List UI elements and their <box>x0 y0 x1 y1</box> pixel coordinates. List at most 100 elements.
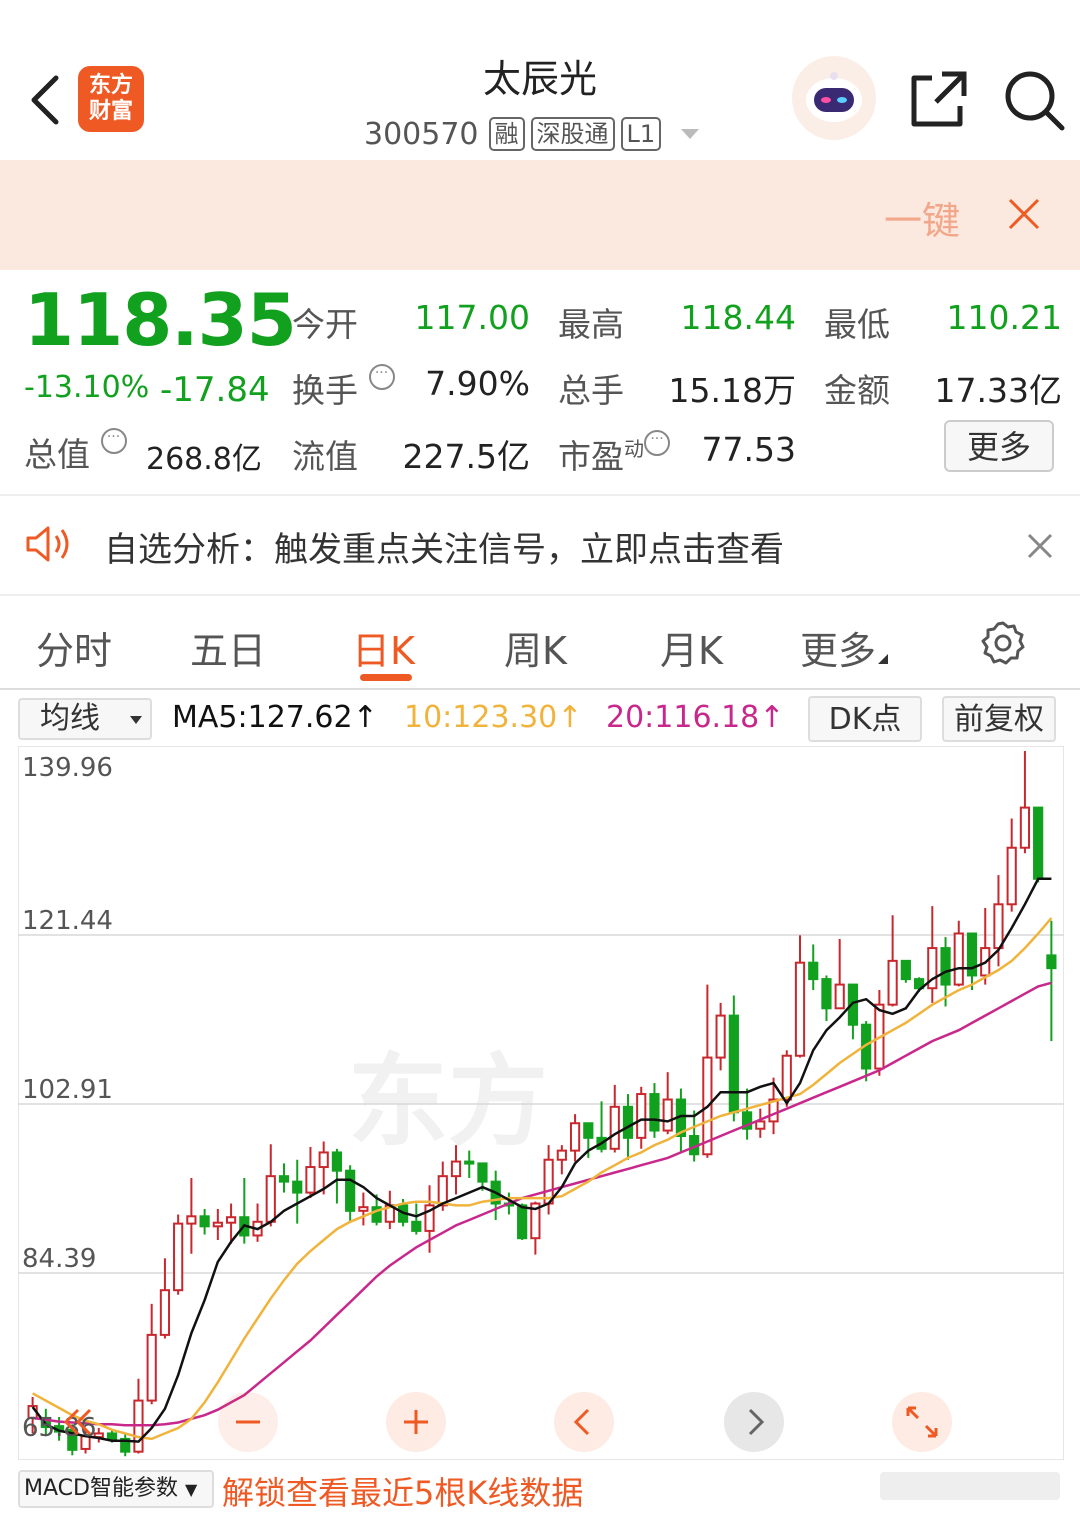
candle-body <box>464 1160 475 1165</box>
close-icon[interactable] <box>1006 196 1042 232</box>
forward-adjust-button[interactable]: 前复权 <box>942 696 1056 742</box>
candle-body <box>292 1180 303 1194</box>
turnover-value: 7.90% <box>425 364 530 403</box>
header: 东方 财富 太辰光 300570 融 深股通 L1 <box>0 0 1080 160</box>
divider <box>0 594 1080 596</box>
candle-body <box>649 1093 660 1132</box>
tab-five-day[interactable]: 五日 <box>190 620 266 675</box>
one-key-text[interactable]: 一键 <box>884 190 960 245</box>
candle-body <box>569 1122 581 1152</box>
dk-point-button[interactable]: DK点 <box>808 696 922 742</box>
ma-select[interactable]: 均线 <box>18 698 152 740</box>
candle-body <box>794 961 806 1057</box>
tab-more[interactable]: 更多 <box>800 620 889 675</box>
info-dots-icon: ··· <box>100 428 127 454</box>
macd-select[interactable]: MACD智能参数 ▼ <box>18 1470 214 1508</box>
candlestick-chart[interactable]: 东方 139.96121.44102.9184.3965.86 <box>18 746 1064 1460</box>
promo-banner[interactable]: 一键 <box>0 160 1080 270</box>
candle-body <box>1046 954 1057 970</box>
candle-body <box>755 1120 766 1130</box>
candle-body <box>437 1175 448 1207</box>
chevron-down-icon[interactable] <box>681 129 700 139</box>
tag-margin: 融 <box>488 117 525 151</box>
ma10-text: 10:123.30 <box>404 700 558 735</box>
minus-icon <box>236 1420 260 1424</box>
candle-body <box>781 1054 792 1101</box>
turnover-label-text: 换手 <box>292 371 358 410</box>
stock-code-line[interactable]: 300570 融 深股通 L1 <box>364 114 700 154</box>
expand-icon <box>906 1406 938 1438</box>
ma10-readout: 10:123.30↑ <box>404 700 582 735</box>
y-tick-label: 121.44 <box>22 906 113 936</box>
divider <box>0 688 1080 690</box>
fullscreen-button[interactable] <box>892 1392 952 1452</box>
info-dots-icon: ··· <box>368 364 395 390</box>
candle-body <box>199 1215 210 1228</box>
pe-label-text: 市盈 <box>558 437 624 476</box>
candle-body <box>662 1098 673 1132</box>
candle-body <box>556 1149 567 1161</box>
search-icon[interactable] <box>1002 68 1066 132</box>
tab-weekly-k[interactable]: 周K <box>504 620 567 675</box>
tab-more-label: 更多 <box>800 629 877 673</box>
y-tick-label: 102.91 <box>22 1075 113 1105</box>
macd-select-label: MACD智能参数 <box>24 1476 178 1501</box>
pe-label[interactable]: 市盈动 ··· <box>558 430 670 478</box>
pe-value: 77.53 <box>701 430 796 469</box>
prev-button[interactable] <box>554 1392 614 1452</box>
share-icon[interactable] <box>908 68 970 130</box>
float-value: 227.5亿 <box>402 437 530 476</box>
divider <box>0 494 1080 496</box>
ma5-readout: MA5:127.62↑ <box>172 700 378 735</box>
zoom-out-button[interactable] <box>218 1392 278 1452</box>
amount-label: 金额 <box>824 371 890 410</box>
ma20-text: 20:116.18 <box>606 700 760 735</box>
candle-body <box>940 947 951 986</box>
candle-body <box>318 1151 329 1169</box>
plus-icon <box>404 1410 428 1434</box>
candle-body <box>477 1162 488 1183</box>
watermark: 东方 <box>348 1043 548 1160</box>
double-chevron-left-icon <box>63 1408 92 1436</box>
tag-level: L1 <box>620 117 662 151</box>
high-value: 118.44 <box>680 298 796 337</box>
chevron-right-icon <box>748 1408 765 1436</box>
ma-select-label: 均线 <box>40 701 100 736</box>
close-icon[interactable] <box>1026 532 1054 560</box>
candle-body <box>900 959 911 981</box>
candle-body <box>953 932 964 986</box>
chevron-left-icon <box>573 1408 590 1436</box>
volume-value: 15.18万 <box>668 371 796 410</box>
ai-assistant-avatar[interactable] <box>792 56 876 140</box>
unlock-link[interactable]: 解锁查看最近5根K线数据 <box>222 1468 583 1514</box>
change-percent: -13.10% <box>24 370 150 405</box>
total-value-label[interactable]: 总值 ··· <box>24 428 127 476</box>
total-value-label-text: 总值 <box>24 435 90 474</box>
more-button[interactable]: 更多 <box>944 420 1054 472</box>
candle-body <box>993 903 1004 950</box>
turnover-label[interactable]: 换手 ··· <box>292 364 395 412</box>
candle-body <box>517 1204 528 1240</box>
candle-body <box>887 959 898 1006</box>
candle-body <box>411 1220 422 1232</box>
tab-monthly-k[interactable]: 月K <box>660 620 723 675</box>
candle-body <box>1033 806 1044 880</box>
zoom-in-button[interactable] <box>386 1392 446 1452</box>
home-indicator <box>880 1472 1060 1500</box>
tab-daily-k[interactable]: 日K <box>352 620 415 675</box>
y-tick-label: 139.96 <box>22 753 113 783</box>
candle-body <box>186 1215 197 1225</box>
candle-body <box>583 1122 594 1139</box>
up-arrow-icon: ↑ <box>557 700 583 735</box>
tab-intraday[interactable]: 分时 <box>36 620 112 675</box>
candle-body <box>609 1105 620 1150</box>
candle-body <box>173 1222 184 1292</box>
candle-body <box>212 1221 223 1228</box>
candle-body <box>331 1151 343 1172</box>
rewind-button[interactable] <box>48 1392 108 1452</box>
open-value: 117.00 <box>414 298 530 337</box>
analysis-text[interactable]: 自选分析：触发重点关注信号，立即点击查看 <box>104 522 784 571</box>
gear-icon[interactable] <box>980 620 1026 666</box>
candle-body <box>345 1169 356 1212</box>
next-button[interactable] <box>724 1392 784 1452</box>
